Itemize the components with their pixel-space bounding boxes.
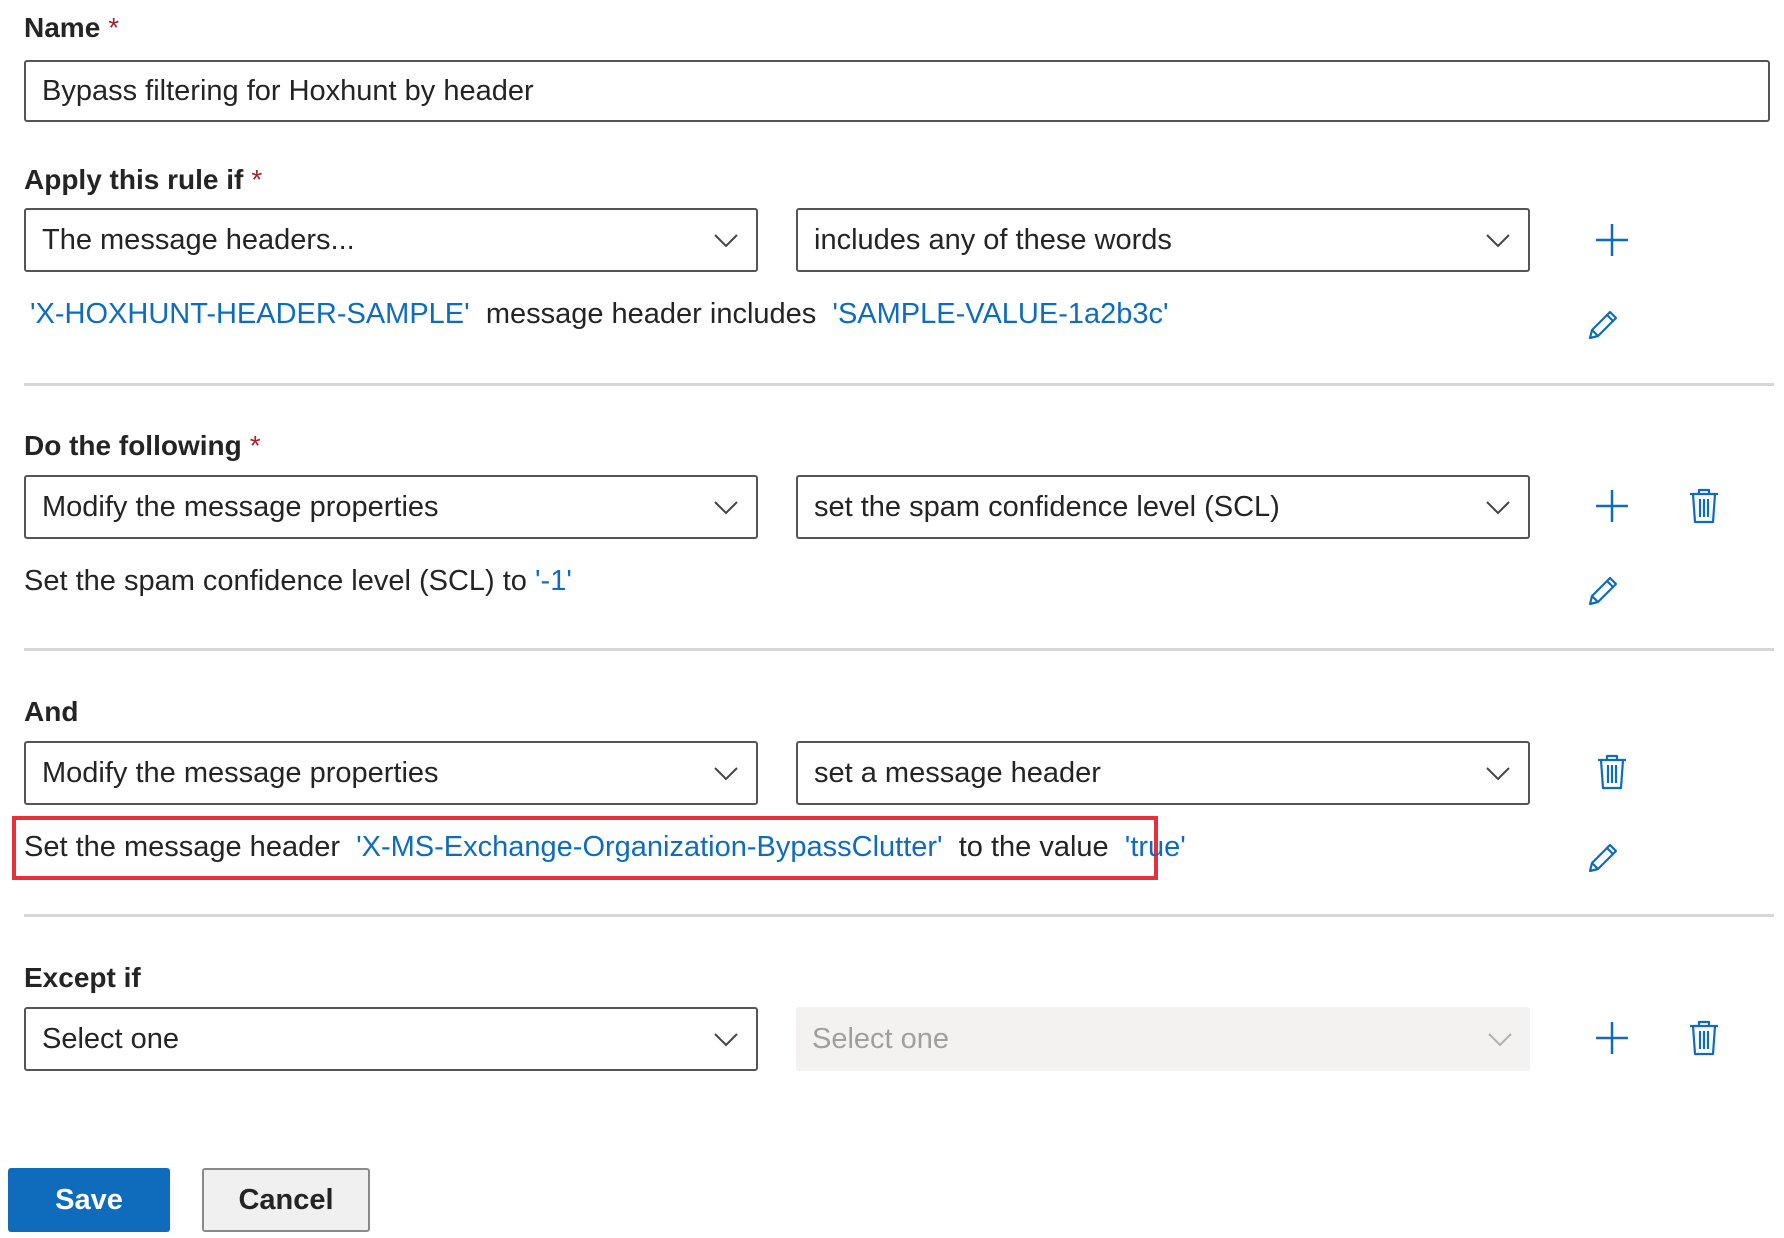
chevron-down-icon bbox=[1486, 501, 1510, 515]
summary-text: message header includes bbox=[485, 298, 817, 330]
add-icon bbox=[1596, 490, 1628, 522]
edit-action-button[interactable] bbox=[1578, 568, 1626, 616]
chevron-down-icon bbox=[1486, 234, 1510, 248]
except-condition-dropdown[interactable]: Select one bbox=[24, 1007, 758, 1071]
name-input[interactable]: Bypass filtering for Hoxhunt by header bbox=[24, 60, 1770, 122]
name-label: Name * bbox=[24, 12, 120, 43]
add-icon bbox=[1596, 1022, 1628, 1054]
section-divider bbox=[24, 648, 1774, 651]
header-value-link[interactable]: 'true' bbox=[1125, 831, 1186, 863]
and-subaction-dropdown[interactable]: set a message header bbox=[796, 741, 1530, 805]
edit-icon bbox=[1588, 310, 1618, 340]
delete-exception-button[interactable] bbox=[1680, 1014, 1728, 1062]
scl-value-link[interactable]: '-1' bbox=[535, 565, 572, 597]
chevron-down-icon bbox=[714, 767, 738, 781]
add-exception-button[interactable] bbox=[1588, 1014, 1636, 1062]
except-if-label: Except if bbox=[24, 962, 141, 993]
cancel-button-label: Cancel bbox=[238, 1183, 334, 1216]
edit-condition-button[interactable] bbox=[1578, 302, 1626, 350]
summary-text: Set the spam confidence level (SCL) to bbox=[24, 565, 527, 597]
section-divider bbox=[24, 914, 1774, 917]
dropdown-value: Select one bbox=[812, 1022, 950, 1055]
save-button[interactable]: Save bbox=[8, 1168, 170, 1232]
chevron-down-icon bbox=[714, 234, 738, 248]
required-mark: * bbox=[251, 164, 263, 195]
delete-and-action-button[interactable] bbox=[1588, 748, 1636, 796]
dropdown-value: Modify the message properties bbox=[42, 490, 439, 523]
delete-icon bbox=[1690, 1020, 1718, 1056]
required-mark: * bbox=[108, 12, 120, 43]
dropdown-value: Modify the message properties bbox=[42, 756, 439, 789]
summary-text: to the value bbox=[958, 831, 1109, 863]
chevron-down-icon bbox=[714, 501, 738, 515]
save-button-label: Save bbox=[55, 1183, 123, 1216]
chevron-down-icon bbox=[714, 1033, 738, 1047]
edit-icon bbox=[1588, 843, 1618, 873]
header-value-link[interactable]: 'SAMPLE-VALUE-1a2b3c' bbox=[832, 298, 1168, 330]
summary-text: Set the message header bbox=[24, 831, 340, 863]
edit-icon bbox=[1588, 576, 1618, 606]
and-action-dropdown[interactable]: Modify the message properties bbox=[24, 741, 758, 805]
required-mark: * bbox=[249, 430, 261, 461]
edit-and-action-button[interactable] bbox=[1578, 835, 1626, 883]
chevron-down-icon bbox=[1488, 1033, 1512, 1047]
chevron-down-icon bbox=[1486, 767, 1510, 781]
dropdown-value: set a message header bbox=[814, 756, 1101, 789]
header-name-link[interactable]: 'X-HOXHUNT-HEADER-SAMPLE' bbox=[30, 298, 470, 330]
apply-rule-label: Apply this rule if * bbox=[24, 164, 263, 195]
dropdown-value: set the spam confidence level (SCL) bbox=[814, 490, 1280, 523]
delete-icon bbox=[1690, 488, 1718, 524]
do-action-summary: Set the spam confidence level (SCL) to '… bbox=[24, 565, 572, 598]
add-action-button[interactable] bbox=[1588, 482, 1636, 530]
add-icon bbox=[1596, 224, 1628, 256]
delete-icon bbox=[1598, 754, 1626, 790]
apply-condition-dropdown[interactable]: The message headers... bbox=[24, 208, 758, 272]
dropdown-value: includes any of these words bbox=[814, 223, 1172, 256]
delete-action-button[interactable] bbox=[1680, 482, 1728, 530]
and-label: And bbox=[24, 696, 79, 727]
do-subaction-dropdown[interactable]: set the spam confidence level (SCL) bbox=[796, 475, 1530, 539]
and-action-summary: Set the message header 'X-MS-Exchange-Or… bbox=[24, 831, 1186, 864]
dropdown-value: Select one bbox=[42, 1022, 180, 1055]
dropdown-value: The message headers... bbox=[42, 223, 355, 256]
apply-operator-dropdown[interactable]: includes any of these words bbox=[796, 208, 1530, 272]
do-following-label: Do the following * bbox=[24, 430, 261, 461]
add-condition-button[interactable] bbox=[1588, 216, 1636, 264]
name-input-value: Bypass filtering for Hoxhunt by header bbox=[42, 74, 534, 107]
section-divider bbox=[24, 383, 1774, 386]
do-action-dropdown[interactable]: Modify the message properties bbox=[24, 475, 758, 539]
except-operator-dropdown: Select one bbox=[796, 1007, 1530, 1071]
cancel-button[interactable]: Cancel bbox=[202, 1168, 370, 1232]
apply-condition-summary: 'X-HOXHUNT-HEADER-SAMPLE' message header… bbox=[30, 298, 1169, 331]
header-name-link[interactable]: 'X-MS-Exchange-Organization-BypassClutte… bbox=[356, 831, 942, 863]
